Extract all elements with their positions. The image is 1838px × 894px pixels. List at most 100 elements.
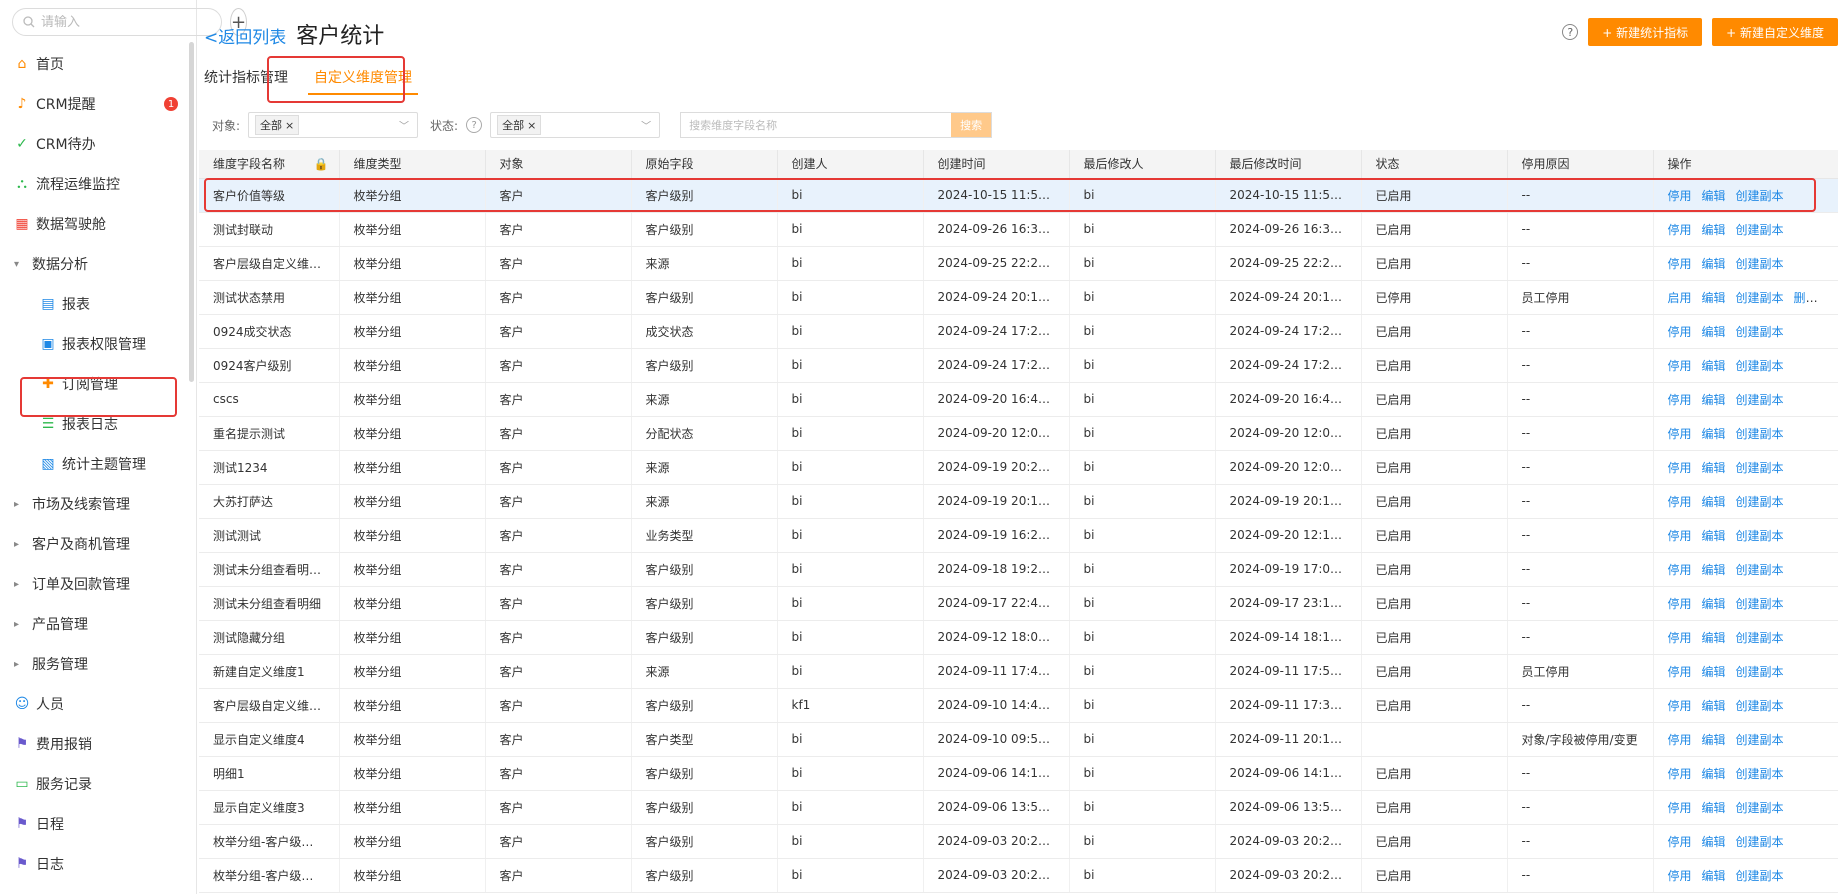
sidebar-item[interactable]: ☺ 人员 [0, 684, 188, 724]
row-action-link[interactable]: 创建副本 [1736, 291, 1784, 305]
table-row[interactable]: 客户价值等级 枚举分组 客户 客户级别 bi 2024-10-15 11:50:59 bi 2… [199, 178, 1838, 213]
table-row[interactable]: 测试隐藏分组 枚举分组 客户 客户级别 bi 2024-09-12 18:08:31 bi 2… [199, 620, 1838, 655]
sidebar-search-input[interactable] [41, 14, 211, 30]
table-row[interactable]: 新建自定义维度1 枚举分组 客户 来源 bi 2024-09-11 17:41:13 bi 2… [199, 654, 1838, 689]
sidebar-item[interactable]: ▸ 市场及线索管理 [0, 484, 188, 524]
row-action-link[interactable]: 停用 [1668, 257, 1692, 271]
sidebar-item[interactable]: ▸ 服务管理 [0, 644, 188, 684]
back-to-list-link[interactable]: <返回列表 [204, 23, 286, 48]
row-action-link[interactable]: 停用 [1668, 359, 1692, 373]
row-action-link[interactable]: 停用 [1668, 325, 1692, 339]
row-action-link[interactable]: 创建副本 [1736, 631, 1784, 645]
table-row[interactable]: 测试1234 枚举分组 客户 来源 bi 2024-09-19 20:26:45 bi 202… [199, 450, 1838, 485]
row-action-link[interactable]: 创建副本 [1736, 767, 1784, 781]
sidebar-item[interactable]: ▣ 报表权限管理 [0, 324, 188, 364]
status-filter-select[interactable]: 全部 × ﹀ [490, 112, 661, 138]
row-action-link[interactable]: 创建副本 [1736, 563, 1784, 577]
row-action-link[interactable]: 编辑 [1702, 427, 1726, 441]
sidebar-scrollbar[interactable] [189, 42, 194, 382]
row-action-link[interactable]: 停用 [1668, 699, 1692, 713]
row-action-link[interactable]: 创建副本 [1736, 665, 1784, 679]
row-action-link[interactable]: 创建副本 [1736, 495, 1784, 509]
row-action-link[interactable]: 停用 [1668, 563, 1692, 577]
sidebar-item[interactable]: ▸ 订单及回款管理 [0, 564, 188, 604]
row-action-link[interactable]: 停用 [1668, 461, 1692, 475]
row-action-link[interactable]: 创建副本 [1736, 393, 1784, 407]
table-row[interactable]: 测试未分组查看明细… 枚举分组 客户 客户级别 bi 2024-09-18 19:22:3… [199, 552, 1838, 587]
table-row[interactable]: 客户层级自定义维度5 枚举分组 客户 客户级别 kf1 2024-09-10 14:45:… [199, 688, 1838, 723]
row-action-link[interactable]: 编辑 [1702, 733, 1726, 747]
row-action-link[interactable]: 停用 [1668, 495, 1692, 509]
row-action-link[interactable]: 创建副本 [1736, 869, 1784, 883]
row-action-link[interactable]: 编辑 [1702, 631, 1726, 645]
search-button[interactable]: 搜索 [951, 113, 992, 137]
table-row[interactable]: 枚举分组-客户级别-t… 枚举分组 客户 客户级别 bi 2024-09-03 20:22… [199, 824, 1838, 859]
row-action-link[interactable]: 创建副本 [1736, 359, 1784, 373]
row-action-link[interactable]: 创建副本 [1736, 223, 1784, 237]
row-action-link[interactable]: 编辑 [1702, 563, 1726, 577]
sidebar-item[interactable]: ⛬ 流程运维监控 [0, 164, 188, 204]
row-action-link[interactable]: 编辑 [1702, 189, 1726, 203]
table-row[interactable]: 0924成交状态 枚举分组 客户 成交状态 bi 2024-09-24 17:22:38 b… [199, 314, 1838, 349]
sidebar-item[interactable]: ▸ 客户及商机管理 [0, 524, 188, 564]
row-action-link[interactable]: 编辑 [1702, 597, 1726, 611]
sidebar-item[interactable]: ⌂ 首页 [0, 44, 188, 84]
row-action-link[interactable]: 创建副本 [1736, 427, 1784, 441]
row-action-link[interactable]: 编辑 [1702, 767, 1726, 781]
table-row[interactable]: 枚举分组-客户级别-t… 枚举分组 客户 客户级别 bi 2024-09-03 20:22… [199, 858, 1838, 893]
row-action-link[interactable]: 删除 [1794, 291, 1818, 305]
tab-dimension-management[interactable]: 自定义维度管理 [308, 55, 418, 95]
dimension-search-input[interactable] [681, 113, 952, 137]
table-row[interactable]: 客户层级自定义维度… 枚举分组 客户 来源 bi 2024-09-25 22:24:08 b… [199, 246, 1838, 281]
row-action-link[interactable]: 编辑 [1702, 291, 1726, 305]
row-action-link[interactable]: 创建副本 [1736, 699, 1784, 713]
table-row[interactable]: 0924客户级别 枚举分组 客户 客户级别 bi 2024-09-24 17:22:06 b… [199, 348, 1838, 383]
row-action-link[interactable]: 创建副本 [1736, 529, 1784, 543]
row-action-link[interactable]: 创建副本 [1736, 325, 1784, 339]
row-action-link[interactable]: 启用 [1668, 291, 1692, 305]
row-action-link[interactable]: 停用 [1668, 427, 1692, 441]
row-action-link[interactable]: 创建副本 [1736, 257, 1784, 271]
help-icon[interactable]: ? [1562, 24, 1579, 40]
row-action-link[interactable]: 创建副本 [1736, 733, 1784, 747]
row-action-link[interactable]: 编辑 [1702, 869, 1726, 883]
row-action-link[interactable]: 停用 [1668, 869, 1692, 883]
row-action-link[interactable]: 编辑 [1702, 699, 1726, 713]
row-action-link[interactable]: 编辑 [1702, 529, 1726, 543]
row-action-link[interactable]: 编辑 [1702, 325, 1726, 339]
chip-close-icon[interactable]: × [285, 119, 294, 132]
table-row[interactable]: 测试未分组查看明细 枚举分组 客户 客户级别 bi 2024-09-17 22:49:20… [199, 586, 1838, 621]
row-action-link[interactable]: 停用 [1668, 835, 1692, 849]
row-action-link[interactable]: 创建副本 [1736, 597, 1784, 611]
sidebar-search[interactable] [12, 8, 222, 36]
table-row[interactable]: 测试状态禁用 枚举分组 客户 客户级别 bi 2024-09-24 20:14:34 bi 2… [199, 280, 1838, 315]
tab-metric-management[interactable]: 统计指标管理 [204, 55, 288, 95]
table-row[interactable]: 大苏打萨达 枚举分组 客户 来源 bi 2024-09-19 20:19:01 bi 2024… [199, 484, 1838, 519]
row-action-link[interactable]: 编辑 [1702, 801, 1726, 815]
table-row[interactable]: 测试封联动 枚举分组 客户 客户级别 bi 2024-09-26 16:33:19 bi 20… [199, 212, 1838, 247]
row-action-link[interactable]: 编辑 [1702, 393, 1726, 407]
row-action-link[interactable]: 编辑 [1702, 665, 1726, 679]
row-action-link[interactable]: 编辑 [1702, 835, 1726, 849]
table-row[interactable]: 明细1 枚举分组 客户 客户级别 bi 2024-09-06 14:15:36 bi 2024… [199, 756, 1838, 791]
sidebar-item[interactable]: ♪ CRM提醒 1 [0, 84, 188, 124]
sidebar-item[interactable]: ▭ 服务记录 [0, 764, 188, 804]
sidebar-item[interactable]: ▸ 产品管理 [0, 604, 188, 644]
row-action-link[interactable]: 创建副本 [1736, 835, 1784, 849]
sidebar-item[interactable]: ✓ CRM待办 [0, 124, 188, 164]
row-action-link[interactable]: 创建副本 [1736, 461, 1784, 475]
sidebar-item[interactable]: ☰ 报表日志 [0, 404, 188, 444]
new-metric-button[interactable]: + 新建统计指标 [1588, 18, 1703, 46]
row-action-link[interactable]: 编辑 [1702, 495, 1726, 509]
row-action-link[interactable]: 编辑 [1702, 257, 1726, 271]
row-action-link[interactable]: 停用 [1668, 631, 1692, 645]
row-action-link[interactable]: 停用 [1668, 529, 1692, 543]
row-action-link[interactable]: 编辑 [1702, 359, 1726, 373]
row-action-link[interactable]: 停用 [1668, 801, 1692, 815]
row-action-link[interactable]: 停用 [1668, 665, 1692, 679]
table-row[interactable]: 测试测试 枚举分组 客户 业务类型 bi 2024-09-19 16:28:05 bi 202… [199, 518, 1838, 553]
row-action-link[interactable]: 停用 [1668, 733, 1692, 747]
row-action-link[interactable]: 编辑 [1702, 461, 1726, 475]
sidebar-item[interactable]: ⚑ 日程 [0, 804, 188, 844]
sidebar-item[interactable]: ⚑ 费用报销 [0, 724, 188, 764]
